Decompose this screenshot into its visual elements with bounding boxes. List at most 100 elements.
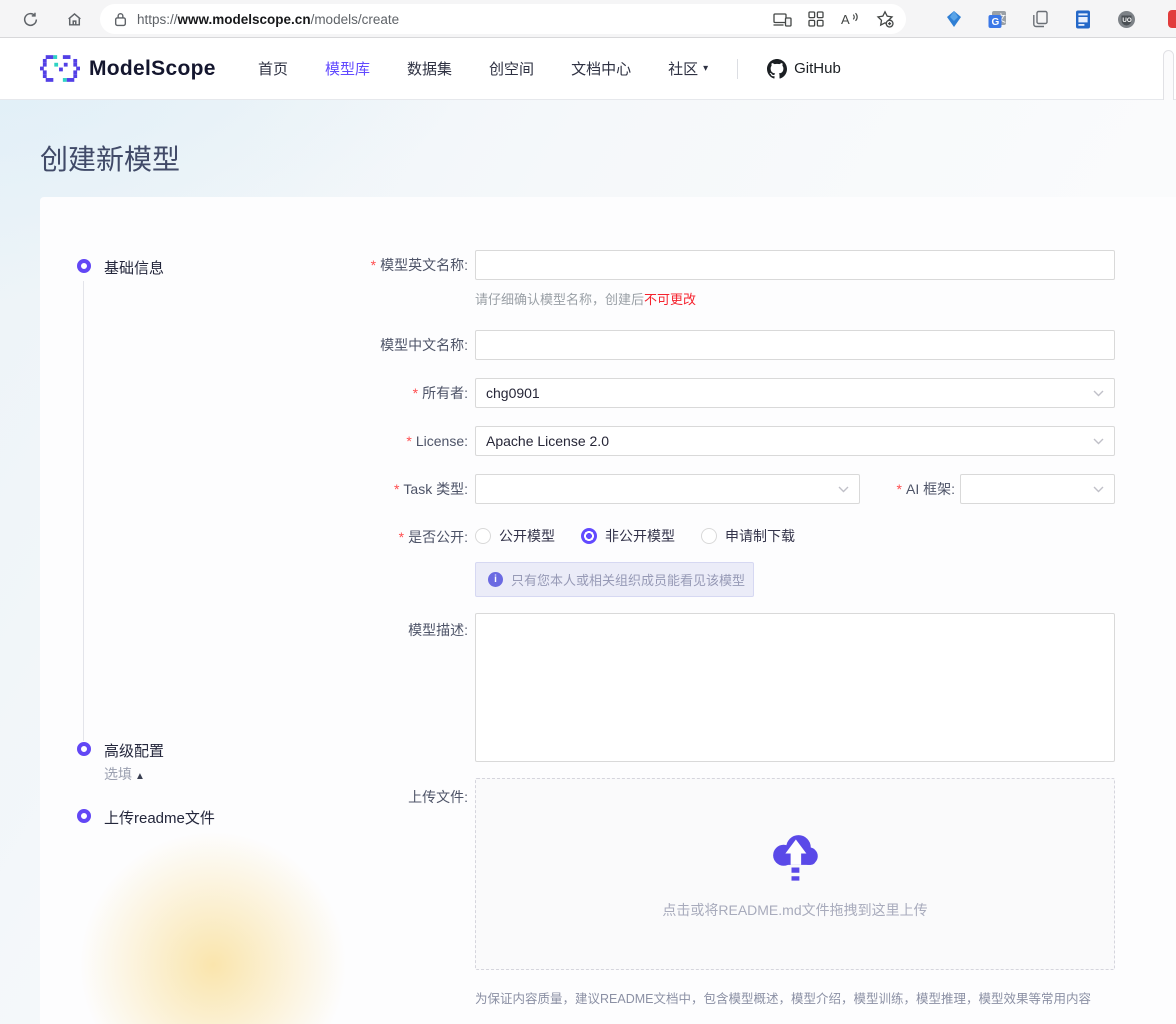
- favorites-icon[interactable]: [876, 10, 894, 28]
- optional-label: 选填: [104, 766, 132, 782]
- nav-item-home[interactable]: 首页: [258, 58, 288, 79]
- community-label: 社区: [668, 58, 698, 79]
- owner-select[interactable]: chg0901: [475, 378, 1115, 408]
- radio-circle-icon: [475, 528, 491, 544]
- svg-text:G: G: [991, 17, 999, 28]
- model-description-textarea[interactable]: [475, 613, 1115, 762]
- nav-item-docs[interactable]: 文档中心: [571, 58, 631, 79]
- devices-icon[interactable]: [773, 12, 792, 27]
- url-path: /models/create: [311, 12, 400, 27]
- owner-value: chg0901: [486, 385, 540, 401]
- nav-item-studios[interactable]: 创空间: [489, 58, 534, 79]
- label-text: Task 类型:: [403, 481, 468, 497]
- url-host: www.modelscope.cn: [178, 12, 311, 27]
- site-header: ModelScope 首页 模型库 数据集 创空间 文档中心 社区 ▾ GitH…: [0, 38, 1176, 100]
- url-bar[interactable]: https://www.modelscope.cn/models/create …: [100, 4, 906, 34]
- upload-tip: 为保证内容质量，建议README文档中，包含模型概述，模型介绍，模型训练，模型推…: [475, 988, 1091, 1007]
- form-card: 基础信息 高级配置 选填▲ 上传readme文件 *模型英文名称: 请仔细确认模…: [40, 197, 1176, 1024]
- label-text: 上传文件:: [408, 789, 468, 805]
- radio-private-model[interactable]: 非公开模型: [581, 526, 675, 546]
- decorative-blob: [68, 820, 358, 1024]
- nav-item-community[interactable]: 社区 ▾: [668, 58, 708, 79]
- modelscope-logo-icon: [40, 54, 80, 83]
- home-button[interactable]: [62, 7, 86, 31]
- hint-emphasis: 不可更改: [644, 292, 696, 307]
- radio-circle-selected-icon: [581, 528, 597, 544]
- label-model-en-name: *模型英文名称:: [40, 250, 468, 280]
- svg-text:UO: UO: [1122, 16, 1131, 23]
- required-mark: *: [394, 481, 399, 497]
- label-visibility: *是否公开:: [40, 527, 468, 547]
- nav-item-datasets[interactable]: 数据集: [407, 58, 452, 79]
- brand-name: ModelScope: [89, 57, 216, 81]
- model-cn-name-input[interactable]: [475, 330, 1115, 360]
- browser-toolbar: https://www.modelscope.cn/models/create …: [0, 0, 1176, 38]
- chevron-down-icon: [1093, 390, 1104, 397]
- cloud-upload-icon: [767, 828, 823, 886]
- label-task-type: *Task 类型:: [40, 474, 468, 504]
- chevron-down-icon: ▾: [703, 63, 708, 74]
- svg-text:A: A: [841, 12, 850, 27]
- radio-label: 申请制下载: [725, 526, 795, 546]
- translate-extension-icon[interactable]: 文 G: [987, 9, 1007, 29]
- radio-circle-icon: [701, 528, 717, 544]
- visibility-note-text: 只有您本人或相关组织成员能看见该模型: [511, 570, 745, 589]
- read-aloud-icon[interactable]: A: [840, 11, 860, 27]
- label-model-cn-name: 模型中文名称:: [40, 330, 468, 360]
- radio-label: 公开模型: [499, 526, 555, 546]
- license-value: Apache License 2.0: [486, 433, 609, 449]
- label-text: 是否公开:: [408, 529, 468, 545]
- step-advanced-optional-toggle[interactable]: 选填▲: [104, 764, 145, 784]
- visibility-note: i 只有您本人或相关组织成员能看见该模型: [475, 562, 754, 597]
- url-text: https://www.modelscope.cn/models/create: [137, 12, 399, 27]
- label-text: License:: [416, 433, 468, 449]
- label-license: * License:: [40, 426, 468, 456]
- step-upload-readme[interactable]: 上传readme文件: [104, 807, 215, 828]
- edge-red-extension-icon[interactable]: [1168, 10, 1176, 28]
- label-text: 模型中文名称:: [380, 337, 468, 353]
- required-mark: *: [413, 385, 418, 401]
- model-en-name-input[interactable]: [475, 250, 1115, 280]
- triangle-up-icon: ▲: [135, 771, 145, 782]
- radio-apply-download[interactable]: 申请制下载: [701, 526, 795, 546]
- label-text: 模型描述:: [408, 622, 468, 638]
- step-dot-advanced: [77, 742, 91, 756]
- label-upload-file: 上传文件:: [40, 787, 468, 807]
- required-mark: *: [897, 481, 902, 497]
- modelscope-logo[interactable]: ModelScope: [40, 38, 216, 99]
- required-mark: *: [399, 529, 404, 545]
- github-label: GitHub: [794, 60, 841, 77]
- github-icon: [767, 59, 787, 79]
- label-ai-framework: *AI 框架:: [725, 474, 955, 504]
- page-title: 创建新模型: [40, 138, 180, 178]
- chevron-down-icon: [1093, 438, 1104, 445]
- label-text: 所有者:: [422, 385, 468, 401]
- radio-public-model[interactable]: 公开模型: [475, 526, 555, 546]
- radio-label: 非公开模型: [605, 526, 675, 546]
- hint-text: 请仔细确认模型名称，创建后: [475, 292, 644, 307]
- required-mark: *: [406, 433, 411, 449]
- adblock-extension-icon[interactable]: UO: [1116, 9, 1136, 29]
- github-link[interactable]: GitHub: [767, 59, 841, 79]
- create-model-page: 创建新模型 基础信息 高级配置 选填▲ 上传readme文件 *模型英文名称: …: [0, 100, 1176, 1024]
- model-name-hint: 请仔细确认模型名称，创建后不可更改: [475, 289, 696, 308]
- license-select[interactable]: Apache License 2.0: [475, 426, 1115, 456]
- step-advanced-config[interactable]: 高级配置: [104, 740, 164, 761]
- dropzone-text: 点击或将README.md文件拖拽到这里上传: [662, 900, 927, 920]
- label-text: AI 框架:: [906, 481, 955, 497]
- pages-extension-icon[interactable]: [1030, 9, 1050, 29]
- required-mark: *: [371, 257, 376, 273]
- url-scheme: https://: [137, 12, 178, 27]
- readme-upload-dropzone[interactable]: 点击或将README.md文件拖拽到这里上传: [475, 778, 1115, 970]
- info-icon: i: [488, 572, 503, 587]
- refresh-button[interactable]: [18, 7, 42, 31]
- nav-item-models[interactable]: 模型库: [325, 58, 370, 79]
- chevron-down-icon: [1093, 486, 1104, 493]
- nav-divider: [737, 59, 738, 79]
- label-owner: *所有者:: [40, 378, 468, 408]
- ai-framework-select[interactable]: [960, 474, 1115, 504]
- collections-icon[interactable]: [808, 11, 824, 27]
- visibility-radio-group: 公开模型 非公开模型 申请制下载: [475, 526, 795, 546]
- notes-extension-icon[interactable]: [1073, 9, 1093, 29]
- extension-blue-diamond-icon[interactable]: [944, 9, 964, 29]
